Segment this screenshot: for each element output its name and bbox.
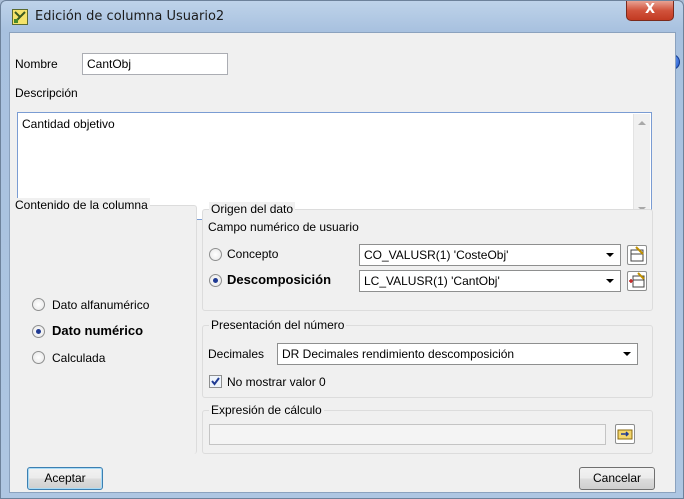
radio-calculada-label[interactable]: Calculada bbox=[52, 351, 105, 365]
no-mostrar-label[interactable]: No mostrar valor 0 bbox=[227, 375, 326, 389]
scroll-up-icon[interactable] bbox=[638, 121, 646, 125]
radio-alfanumerico[interactable] bbox=[32, 298, 45, 311]
expression-editor-icon[interactable] bbox=[615, 424, 635, 444]
presentacion-panel: Presentación del número Decimales DR Dec… bbox=[202, 318, 653, 398]
origen-panel: Origen del dato Campo numérico de usuari… bbox=[202, 202, 653, 311]
dialog-window: Edición de columna Usuario2 X ? Nombre C… bbox=[0, 0, 684, 499]
table-edit-icon bbox=[12, 9, 28, 25]
descomposicion-select-value: LC_VALUSR(1) 'CantObj' bbox=[364, 274, 500, 288]
origen-subtitle: Campo numérico de usuario bbox=[208, 220, 359, 234]
dialog-client: Nombre CantObj Descripción Cantidad obje… bbox=[9, 32, 676, 493]
decimales-select[interactable]: DR Decimales rendimiento descomposición bbox=[277, 343, 638, 365]
field-picker-icon[interactable] bbox=[627, 245, 647, 265]
close-button[interactable]: X bbox=[626, 1, 674, 21]
descripcion-scrollbar[interactable] bbox=[633, 114, 650, 218]
radio-alfanumerico-label[interactable]: Dato alfanumérico bbox=[52, 298, 149, 312]
radio-concepto-label[interactable]: Concepto bbox=[227, 247, 278, 261]
radio-descomposicion-label[interactable]: Descomposición bbox=[227, 272, 331, 287]
presentacion-title: Presentación del número bbox=[209, 318, 347, 332]
cancel-button[interactable]: Cancelar bbox=[579, 467, 655, 490]
window-title: Edición de columna Usuario2 bbox=[35, 9, 225, 24]
radio-descomposicion[interactable] bbox=[209, 274, 222, 287]
chevron-down-icon bbox=[606, 253, 614, 257]
chevron-down-icon bbox=[606, 279, 614, 283]
descomposicion-select[interactable]: LC_VALUSR(1) 'CantObj' bbox=[359, 270, 621, 292]
radio-numerico[interactable] bbox=[32, 325, 45, 338]
accept-button[interactable]: Aceptar bbox=[27, 467, 103, 490]
decimales-label: Decimales bbox=[208, 347, 265, 361]
expresion-panel: Expresión de cálculo bbox=[202, 403, 653, 454]
radio-concepto[interactable] bbox=[209, 248, 222, 261]
no-mostrar-checkbox[interactable] bbox=[209, 375, 222, 388]
field-picker-add-icon[interactable] bbox=[627, 271, 647, 291]
radio-calculada[interactable] bbox=[32, 351, 45, 364]
descripcion-label: Descripción bbox=[15, 86, 78, 100]
nombre-label: Nombre bbox=[15, 57, 58, 71]
concepto-select-value: CO_VALUSR(1) 'CosteObj' bbox=[364, 248, 509, 262]
nombre-input[interactable]: CantObj bbox=[82, 53, 228, 75]
concepto-select[interactable]: CO_VALUSR(1) 'CosteObj' bbox=[359, 244, 621, 266]
expresion-title: Expresión de cálculo bbox=[209, 403, 324, 417]
radio-numerico-label[interactable]: Dato numérico bbox=[52, 323, 143, 338]
chevron-down-icon bbox=[623, 352, 631, 356]
contenido-title: Contenido de la columna bbox=[13, 198, 150, 212]
origen-title: Origen del dato bbox=[209, 202, 296, 216]
title-bar[interactable]: Edición de columna Usuario2 X bbox=[1, 1, 683, 33]
expresion-input[interactable] bbox=[209, 424, 606, 445]
decimales-select-value: DR Decimales rendimiento descomposición bbox=[282, 347, 515, 361]
descripcion-text: Cantidad objetivo bbox=[22, 117, 115, 131]
contenido-panel: Contenido de la columna Dato alfanuméric… bbox=[13, 198, 197, 454]
